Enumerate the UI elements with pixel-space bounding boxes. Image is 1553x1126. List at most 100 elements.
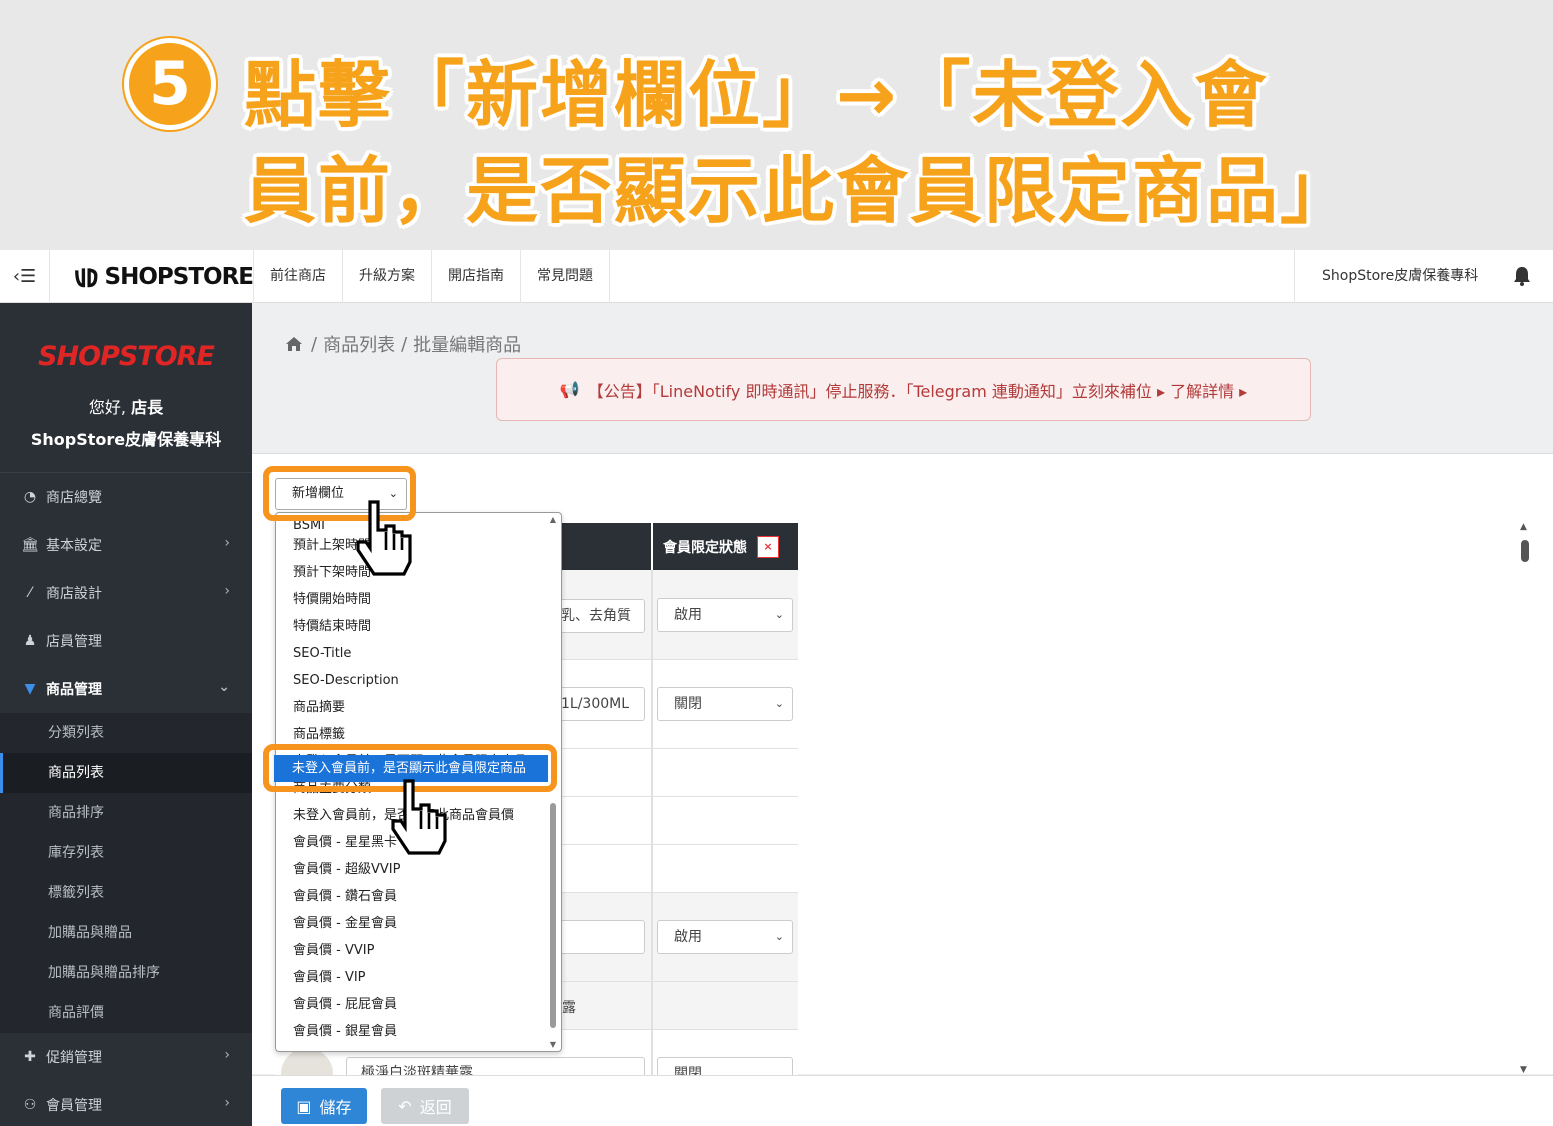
dropdown-option[interactable]: 商品摘要 bbox=[276, 694, 527, 721]
sidebar-item-store-design[interactable]: ⁄ 商店設計 › bbox=[0, 569, 252, 617]
menu-toggle-button[interactable]: ‹☰ bbox=[0, 250, 50, 303]
dropdown-option[interactable]: 會員價 - VIP bbox=[276, 964, 527, 991]
breadcrumb-separator: / bbox=[401, 333, 408, 355]
sidebar-item-label: 促銷管理 bbox=[46, 1050, 102, 1066]
add-column-value: 新增欄位 bbox=[292, 486, 345, 501]
back-label: 返回 bbox=[419, 1098, 452, 1117]
sidebar-item-products[interactable]: ▼ 商品管理 ⌄ bbox=[0, 665, 252, 713]
sidebar-item-label: 店員管理 bbox=[46, 634, 102, 650]
dropdown-option[interactable]: 會員價 - VVIP bbox=[276, 937, 527, 964]
sidebar-item-staff[interactable]: ♟ 店員管理 bbox=[0, 617, 252, 665]
chevron-right-icon: › bbox=[224, 583, 230, 599]
breadcrumb-separator: / bbox=[311, 333, 318, 355]
submenu-reviews[interactable]: 商品評價 bbox=[0, 993, 252, 1033]
dropdown-option[interactable]: 特價結束時間 bbox=[276, 613, 527, 640]
dropdown-option[interactable]: 會員價 - 銀星會員 bbox=[276, 1018, 527, 1045]
product-name-input[interactable]: 極淨白淡斑精華露 bbox=[346, 1057, 645, 1077]
select-value: 啟用 bbox=[674, 607, 702, 623]
dashboard-icon: ◔ bbox=[23, 489, 37, 505]
undo-arrow-icon: ↶ bbox=[398, 1096, 412, 1116]
dropdown-option[interactable]: 會員價 - 金星會員 bbox=[276, 910, 527, 937]
nav-faq[interactable]: 常見問題 bbox=[521, 250, 610, 303]
bell-icon[interactable] bbox=[1510, 264, 1534, 288]
users-icon: ⚇ bbox=[23, 1097, 37, 1113]
chevron-down-icon: ⌄ bbox=[774, 930, 784, 943]
sidebar-header: SHOPSTORE 您好, 店長 ShopStore皮膚保養專科 bbox=[0, 303, 252, 473]
breadcrumb-batch-edit: 批量編輯商品 bbox=[413, 335, 522, 356]
save-button[interactable]: ▣ 儲存 bbox=[281, 1088, 367, 1124]
bank-icon: 🏛 bbox=[21, 537, 39, 553]
cart-icon: ▼ bbox=[24, 681, 36, 697]
dropdown-option[interactable]: 會員價 - 屁屁會員 bbox=[276, 991, 527, 1018]
hamburger-icon: ‹☰ bbox=[12, 266, 37, 287]
brand-logo[interactable]: SHOPSTORE bbox=[62, 250, 254, 303]
dropdown-option[interactable]: 會員價 - 鑽石會員 bbox=[276, 883, 527, 910]
dropdown-option[interactable]: 特價開始時間 bbox=[276, 586, 527, 613]
announcement-banner[interactable]: 📢 【公告】「LineNotify 即時通訊」停止服務．「Telegram 連動… bbox=[496, 358, 1311, 421]
save-label: 儲存 bbox=[319, 1098, 352, 1117]
store-account-menu[interactable]: ShopStore皮膚保養專科 bbox=[1294, 250, 1496, 303]
logo-text: SHOPSTORE bbox=[104, 263, 254, 290]
submenu-product-sort[interactable]: 商品排序 bbox=[0, 793, 252, 833]
scroll-up-icon[interactable]: ▲ bbox=[550, 515, 556, 524]
top-nav: 前往商店 升級方案 開店指南 常見問題 bbox=[254, 250, 610, 303]
member-only-status-header: 會員限定狀態 × bbox=[651, 523, 798, 570]
scrollbar-thumb[interactable] bbox=[550, 803, 556, 1028]
back-button[interactable]: ↶ 返回 bbox=[381, 1088, 469, 1124]
chevron-right-icon: › bbox=[224, 1095, 230, 1111]
greeting-text: 您好, bbox=[88, 398, 126, 417]
bottom-action-bar: ▣ 儲存 ↶ 返回 bbox=[252, 1075, 1553, 1126]
member-only-status-select[interactable]: 關閉 ⌄ bbox=[657, 687, 793, 721]
scrollbar-thumb[interactable] bbox=[1521, 540, 1529, 562]
instruction-line-1: 點擊「新增欄位」→「未登入會 bbox=[244, 53, 1269, 137]
gift-icon: ✚ bbox=[24, 1049, 36, 1065]
chevron-right-icon: › bbox=[224, 1047, 230, 1063]
scroll-down-icon[interactable]: ▼ bbox=[550, 1040, 556, 1049]
scroll-up-icon[interactable]: ▲ bbox=[1520, 522, 1527, 532]
shopstore-logo-icon bbox=[75, 267, 98, 287]
sidebar-store-name: ShopStore皮膚保養專科 bbox=[30, 430, 222, 449]
member-only-status-select[interactable]: 啟用 ⌄ bbox=[657, 920, 793, 954]
member-only-status-select[interactable]: 關閉 bbox=[657, 1057, 793, 1082]
nav-upgrade-plan[interactable]: 升級方案 bbox=[343, 250, 432, 303]
sidebar-item-members[interactable]: ⚇ 會員管理 › bbox=[0, 1081, 252, 1126]
remove-column-button[interactable]: × bbox=[757, 535, 779, 558]
member-only-status-select[interactable]: 啟用 ⌄ bbox=[657, 598, 793, 632]
greeting-role: 店長 bbox=[131, 398, 164, 417]
top-navbar: ‹☰ SHOPSTORE 前往商店 升級方案 開店指南 常見問題 ShopSto… bbox=[0, 250, 1553, 303]
select-value: 啟用 bbox=[674, 929, 702, 945]
submenu-category-list[interactable]: 分類列表 bbox=[0, 713, 252, 753]
submenu-inventory[interactable]: 庫存列表 bbox=[0, 833, 252, 873]
hand-pointer-icon bbox=[356, 500, 412, 576]
breadcrumb-product-list[interactable]: 商品列表 bbox=[323, 331, 395, 357]
sidebar-item-promotions[interactable]: ✚ 促銷管理 › bbox=[0, 1033, 252, 1081]
floppy-disk-icon: ▣ bbox=[296, 1096, 312, 1116]
dropdown-option[interactable]: SEO-Description bbox=[276, 667, 527, 694]
sidebar-item-label: 商品管理 bbox=[46, 682, 102, 698]
home-icon[interactable] bbox=[285, 336, 303, 352]
step-number-badge: 5 bbox=[124, 38, 216, 130]
user-icon: ♟ bbox=[23, 633, 37, 649]
submenu-addons-gifts-sort[interactable]: 加購品與贈品排序 bbox=[0, 953, 252, 993]
hand-pointer-icon bbox=[391, 779, 447, 855]
announcement-text: 【公告】「LineNotify 即時通訊」停止服務．「Telegram 連動通知… bbox=[587, 381, 1248, 401]
sidebar-item-overview[interactable]: ◔ 商店總覽 bbox=[0, 473, 252, 521]
sidebar-item-basic-settings[interactable]: 🏛 基本設定 › bbox=[0, 521, 252, 569]
instruction-banner: 5 點擊「新增欄位」→「未登入會 員前，是否顯示此會員限定商品」 bbox=[0, 0, 1553, 250]
chevron-down-icon: ⌄ bbox=[218, 679, 230, 695]
scroll-down-icon[interactable]: ▼ bbox=[1520, 1065, 1527, 1075]
greeting: 您好, 店長 bbox=[0, 394, 252, 418]
nav-store-guide[interactable]: 開店指南 bbox=[432, 250, 521, 303]
instruction-line-2: 員前，是否顯示此會員限定商品」 bbox=[244, 149, 1355, 233]
sidebar-item-label: 基本設定 bbox=[46, 538, 102, 554]
submenu-addons-gifts[interactable]: 加購品與贈品 bbox=[0, 913, 252, 953]
dropdown-option[interactable]: SEO-Title bbox=[276, 640, 527, 667]
products-submenu: 分類列表 商品列表 商品排序 庫存列表 標籤列表 加購品與贈品 加購品與贈品排序… bbox=[0, 713, 252, 1033]
sidebar: SHOPSTORE 您好, 店長 ShopStore皮膚保養專科 ◔ 商店總覽 … bbox=[0, 303, 252, 1126]
breadcrumb: / 商品列表 / 批量編輯商品 bbox=[285, 331, 521, 357]
column-header-label: 會員限定狀態 bbox=[663, 539, 747, 556]
submenu-tags[interactable]: 標籤列表 bbox=[0, 873, 252, 913]
submenu-product-list[interactable]: 商品列表 bbox=[0, 753, 252, 793]
content-scrollbar[interactable]: ▲ ▼ bbox=[1517, 522, 1533, 1075]
nav-go-to-store[interactable]: 前往商店 bbox=[254, 250, 343, 303]
